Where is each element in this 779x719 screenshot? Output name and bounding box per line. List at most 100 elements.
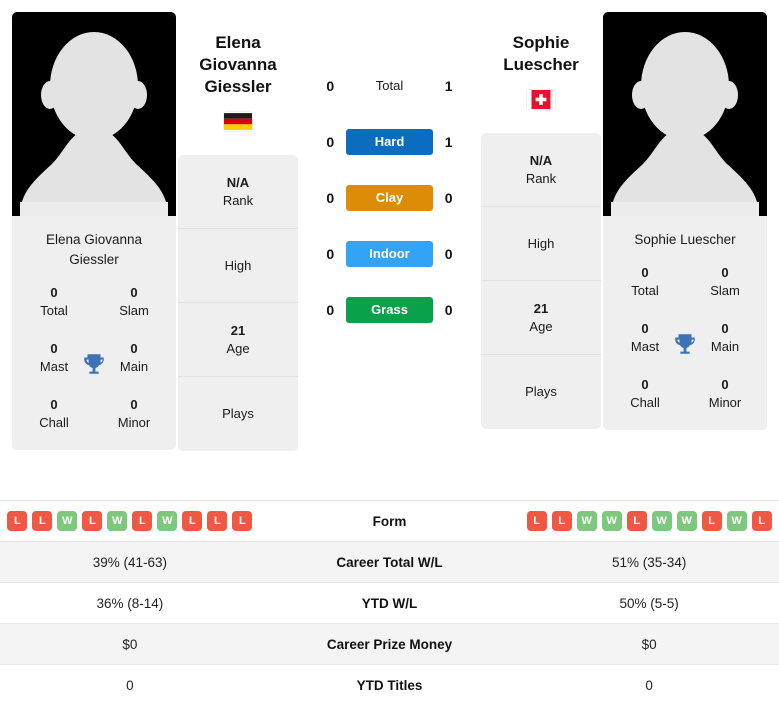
title-value: 0 [130,285,138,300]
stats-row-label: Career Prize Money [326,636,453,652]
comparison-header: Elena Giovanna Giessler 0 Total 0 Slam 0… [0,0,779,500]
h2h-row-grass: 0 Grass 0 [318,282,462,338]
player-card-name-right: Sophie Luescher [634,232,736,247]
stats-right-value: $0 [641,636,657,652]
player-card-left[interactable]: Elena Giovanna Giessler 0 Total 0 Slam 0… [12,12,176,450]
stats-right-value: 51% (35-34) [612,554,687,570]
form-badge-l[interactable]: L [32,511,53,531]
info-cell-age: 21 Age [178,303,298,377]
info-value: 21 [533,300,549,316]
title-label: Minor [117,415,151,430]
head-to-head-column: 0 Total 1 0 Hard 1 0 Clay 0 0 Indoor 0 0 [300,12,479,338]
form-badge-l[interactable]: L [182,511,203,531]
form-badge-w[interactable]: W [601,511,622,531]
stats-row-label: YTD Titles [356,677,423,693]
stats-row-career-prize-money: $0 Career Prize Money $0 [0,623,779,664]
title-stat-slam: 0 Slam [106,284,162,320]
h2h-right-score: 0 [444,190,453,206]
info-card-left: N/A Rank High 21 Age Plays [178,155,298,451]
title-value: 0 [50,397,58,412]
player-name-left[interactable]: Elena Giovanna Giessler [176,32,300,98]
info-label: High [527,235,555,251]
stats-row-label: YTD W/L [361,595,418,611]
info-label: Plays [525,384,557,399]
h2h-left-score: 0 [326,78,335,94]
player-avatar-left [12,12,176,216]
form-badge-w[interactable]: W [576,511,597,531]
title-value: 0 [130,341,138,356]
stats-row-ytd-wl: 36% (8-14) YTD W/L 50% (5-5) [0,582,779,623]
h2h-row-total: 0 Total 1 [318,58,462,114]
h2h-surface-hard[interactable]: Hard [346,129,433,155]
player-avatar-right [603,12,767,216]
info-value: 21 [230,322,246,338]
info-cell-plays: Plays [481,355,601,429]
info-cell-high: High [481,207,601,281]
trophy-icon [84,354,104,374]
titles-row: 0 Total 0 Slam [603,264,767,300]
title-label: Slam [119,303,149,318]
h2h-left-score: 0 [326,302,335,318]
title-value: 0 [641,321,649,336]
h2h-row-hard: 0 Hard 1 [318,114,462,170]
title-label: Main [710,339,740,354]
form-badge-w[interactable]: W [726,511,747,531]
info-cell-plays: Plays [178,377,298,451]
form-badge-l[interactable]: L [82,511,103,531]
flag-germany-icon [224,112,252,131]
info-cell-age: 21 Age [481,281,601,355]
h2h-right-score: 0 [444,246,453,262]
titles-grid-right: 0 Total 0 Slam 0 Mast 0 Main 0 Chall 0 M… [603,258,767,430]
title-value: 0 [721,265,729,280]
form-badge-l[interactable]: L [626,511,647,531]
h2h-row-clay: 0 Clay 0 [318,170,462,226]
form-badge-l[interactable]: L [701,511,722,531]
form-badge-l[interactable]: L [551,511,572,531]
form-badge-l[interactable]: L [132,511,153,531]
form-badge-w[interactable]: W [651,511,672,531]
stats-row-label: Form [372,513,407,529]
stats-row-form: LLWLWLWLLL Form LLWWLWWLWL [0,500,779,541]
info-label: High [224,257,252,273]
title-value: 0 [641,377,649,392]
form-badge-l[interactable]: L [207,511,228,531]
title-stat-chall: 0 Chall [26,396,82,432]
form-badge-w[interactable]: W [157,511,178,531]
title-stat-main: 0 Main [106,340,162,376]
form-badge-l[interactable]: L [526,511,547,531]
title-label: Total [40,303,68,318]
stats-left-value: $0 [122,636,138,652]
form-badges-right: LLWWLWWLWL [519,511,779,531]
stats-left-value: 0 [126,677,134,693]
stats-left-value: LLWLWLWLLL [0,511,260,531]
form-badge-w[interactable]: W [676,511,697,531]
form-badge-w[interactable]: W [57,511,78,531]
form-badge-w[interactable]: W [107,511,128,531]
title-value: 0 [721,377,729,392]
info-value: N/A [529,152,553,168]
form-badges-left: LLWLWLWLLL [0,511,260,531]
title-stat-main: 0 Main [697,320,753,356]
h2h-right-score: 0 [444,302,453,318]
info-label: Age [529,318,553,334]
h2h-surface-indoor[interactable]: Indoor [346,241,433,267]
h2h-surface-grass[interactable]: Grass [346,297,433,323]
title-value: 0 [641,265,649,280]
player-name-right[interactable]: Sophie Luescher [503,32,579,76]
form-badge-l[interactable]: L [751,511,772,531]
h2h-left-score: 0 [326,190,335,206]
form-badge-l[interactable]: L [232,511,253,531]
info-cell-rank: N/A Rank [481,133,601,207]
stats-row-career-total-wl: 39% (41-63) Career Total W/L 51% (35-34) [0,541,779,582]
form-badge-l[interactable]: L [7,511,28,531]
player-card-name-left: Elena Giovanna Giessler [45,232,143,267]
title-label: Chall [630,395,660,410]
titles-row: 0 Total 0 Slam [12,284,176,320]
title-label: Mast [630,339,660,354]
player-comparison-page: Elena Giovanna Giessler 0 Total 0 Slam 0… [0,0,779,719]
player-card-right[interactable]: Sophie Luescher 0 Total 0 Slam 0 Mast 0 … [603,12,767,430]
title-stat-mast: 0 Mast [617,320,673,356]
h2h-surface-clay[interactable]: Clay [346,185,433,211]
player-info-left: Elena Giovanna Giessler N/A Rank High 21… [176,12,300,451]
title-label: Main [119,359,149,374]
